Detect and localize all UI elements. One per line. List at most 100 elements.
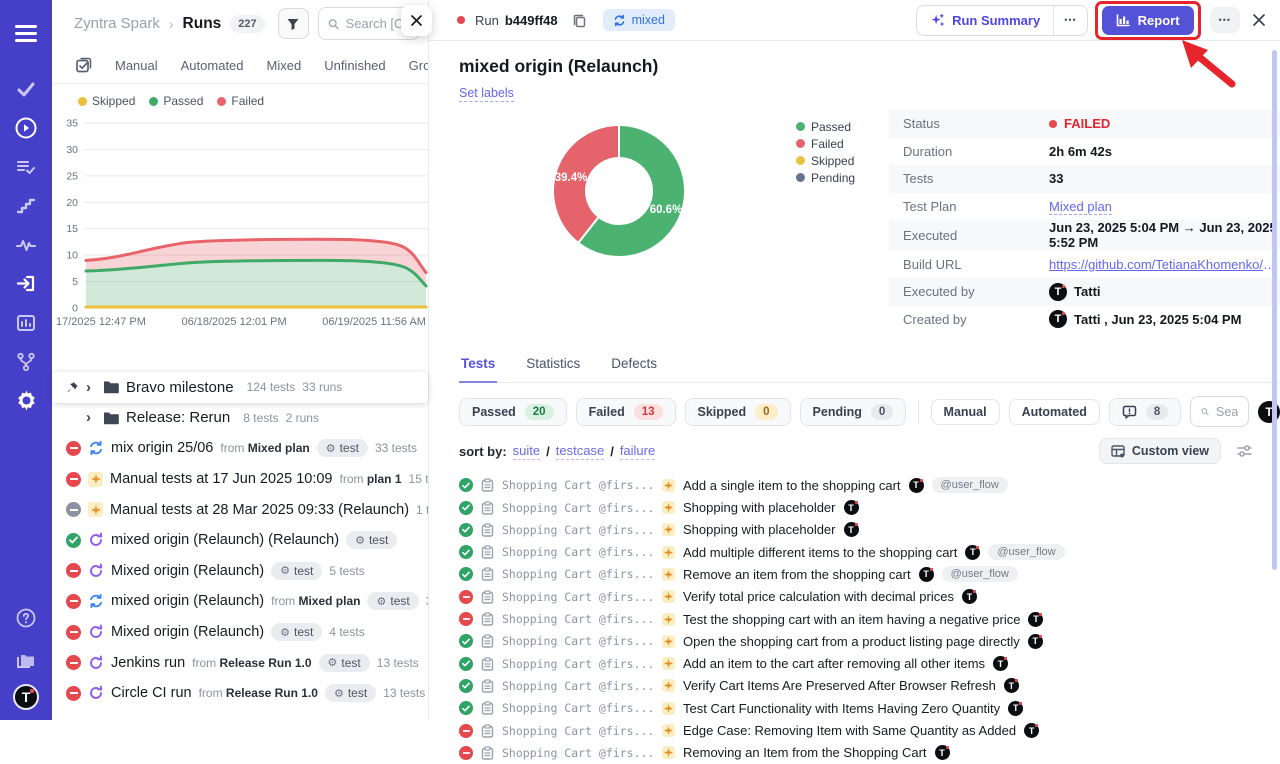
- run-summary-more-button[interactable]: •••: [1053, 6, 1086, 35]
- breadcrumb-section[interactable]: Runs: [183, 15, 222, 33]
- breadcrumb-project[interactable]: Zyntra Spark: [74, 15, 160, 32]
- detail-row-duration: Duration 2h 6m 42s: [889, 138, 1280, 166]
- milestones-stairs-icon[interactable]: [6, 186, 46, 225]
- search-icon: [328, 17, 339, 31]
- detail-row-executed: Executed Jun 23, 2025 5:04 PM → Jun 23, …: [889, 220, 1280, 250]
- test-row[interactable]: Shopping Cart @firs... Add a single item…: [459, 474, 1280, 496]
- scrollbar-thumb[interactable]: [1272, 50, 1277, 570]
- relaunch-run-icon: [88, 624, 104, 640]
- clipboard-icon: [481, 590, 494, 604]
- run-list-item[interactable]: Mixed origin (Relaunch) ⚙test 5 tests: [52, 556, 428, 587]
- custom-view-button[interactable]: Custom view: [1099, 438, 1221, 464]
- filter-manual-button[interactable]: Manual: [931, 399, 1000, 425]
- test-row[interactable]: Shopping Cart @firs... Edge Case: Removi…: [459, 719, 1280, 741]
- filter-automated-button[interactable]: Automated: [1009, 399, 1100, 425]
- test-row[interactable]: Shopping Cart @firs... Verify Cart Items…: [459, 675, 1280, 697]
- tab-manual[interactable]: Manual: [115, 58, 158, 73]
- test-row[interactable]: Shopping Cart @firs... Removing an Item …: [459, 742, 1280, 764]
- sort-by-label: sort by:: [459, 444, 507, 459]
- select-runs-icon[interactable]: [75, 57, 92, 74]
- settings-gear-icon[interactable]: [6, 381, 46, 420]
- run-list-item[interactable]: mixed origin (Relaunch) (Relaunch) ⚙test: [52, 525, 428, 556]
- clipboard-icon: [481, 657, 494, 671]
- set-labels-link[interactable]: Set labels: [459, 86, 514, 102]
- analytics-pulse-icon[interactable]: [6, 225, 46, 264]
- tests-check-icon[interactable]: [6, 69, 46, 108]
- run-summary-button[interactable]: Run Summary: [917, 6, 1053, 35]
- chevron-right-icon[interactable]: ›: [86, 410, 96, 425]
- sort-by-failure-link[interactable]: failure: [620, 443, 655, 460]
- run-list-item[interactable]: Jenkins run from Release Run 1.0 ⚙test 1…: [52, 647, 428, 678]
- run-detail-tabs: Tests Statistics Defects: [459, 347, 1280, 383]
- run-list-item[interactable]: Manual tests at 28 Mar 2025 09:33 (Relau…: [52, 494, 428, 525]
- tab-mixed[interactable]: Mixed: [267, 58, 302, 73]
- run-folder-bravo-milestone[interactable]: › Bravo milestone 124 tests 33 runs: [52, 372, 428, 403]
- tab-tests[interactable]: Tests: [459, 347, 497, 383]
- run-list-item[interactable]: Manual tests at 17 Jun 2025 10:09 from p…: [52, 464, 428, 495]
- status-passed-icon: [459, 478, 473, 492]
- filter-button[interactable]: [278, 8, 309, 39]
- runs-play-icon[interactable]: [6, 108, 46, 147]
- filter-passed-button[interactable]: Passed20: [459, 398, 567, 426]
- help-icon[interactable]: [6, 598, 46, 637]
- import-signin-icon[interactable]: [6, 264, 46, 303]
- test-row[interactable]: Shopping Cart @firs... Shopping with pla…: [459, 519, 1280, 541]
- branches-icon[interactable]: [6, 342, 46, 381]
- projects-folders-icon[interactable]: [6, 641, 46, 680]
- copy-run-id-button[interactable]: [572, 13, 587, 28]
- clipboard-icon: [481, 501, 494, 515]
- close-run-detail-button[interactable]: [1252, 13, 1266, 27]
- mixed-badge[interactable]: mixed: [603, 9, 675, 31]
- manual-run-icon: [88, 472, 103, 487]
- test-row[interactable]: Shopping Cart @firs... Remove an item fr…: [459, 563, 1280, 585]
- tab-unfinished[interactable]: Unfinished: [324, 58, 385, 73]
- comments-filter-button[interactable]: 8: [1109, 398, 1181, 426]
- run-summary-group: Run Summary •••: [916, 5, 1088, 36]
- view-settings-icon[interactable]: [1237, 444, 1252, 458]
- status-failed-icon: [66, 594, 81, 609]
- run-list-item[interactable]: mix origin 25/06 from Mixed plan ⚙test 3…: [52, 433, 428, 464]
- tab-defects[interactable]: Defects: [609, 347, 659, 382]
- filter-pending-button[interactable]: Pending0: [800, 398, 907, 426]
- test-row[interactable]: Shopping Cart @firs... Open the shopping…: [459, 630, 1280, 652]
- run-list-item[interactable]: Circle CI run from Release Run 1.0 ⚙test…: [52, 678, 428, 709]
- chevron-right-icon[interactable]: ›: [86, 380, 96, 395]
- test-row[interactable]: Shopping Cart @firs... Shopping with pla…: [459, 496, 1280, 518]
- report-button[interactable]: Report: [1102, 6, 1194, 35]
- run-list-item[interactable]: Mixed origin (Relaunch) ⚙test 4 tests: [52, 617, 428, 648]
- svg-text:10: 10: [66, 250, 78, 262]
- tests-search-input[interactable]: [1216, 405, 1238, 419]
- sort-by-testcase-link[interactable]: testcase: [556, 443, 604, 460]
- test-row[interactable]: Shopping Cart @firs... Add multiple diff…: [459, 541, 1280, 563]
- filter-skipped-button[interactable]: Skipped0: [685, 398, 791, 426]
- svg-text:25: 25: [66, 170, 78, 182]
- more-actions-button[interactable]: •••: [1210, 7, 1240, 33]
- test-row[interactable]: Shopping Cart @firs... Add an item to th…: [459, 653, 1280, 675]
- tab-statistics[interactable]: Statistics: [524, 347, 582, 382]
- close-runs-panel-button[interactable]: [401, 5, 432, 36]
- svg-text:60.6%: 60.6%: [650, 204, 683, 216]
- test-row[interactable]: Shopping Cart @firs... Test Cart Functio…: [459, 697, 1280, 719]
- test-row[interactable]: Shopping Cart @firs... Verify total pric…: [459, 586, 1280, 608]
- test-tag: ⚙test: [319, 654, 370, 672]
- test-plans-icon[interactable]: [6, 147, 46, 186]
- legend-skipped: Skipped: [92, 94, 135, 108]
- run-id: b449ff48: [505, 13, 558, 28]
- test-row[interactable]: Shopping Cart @firs... Test the shopping…: [459, 608, 1280, 630]
- user-avatar[interactable]: T: [13, 684, 39, 710]
- clipboard-icon: [481, 679, 494, 693]
- test-plan-link[interactable]: Mixed plan: [1049, 199, 1112, 215]
- legend-failed: Failed: [231, 94, 264, 108]
- menu-hamburger-icon[interactable]: [6, 14, 46, 53]
- sort-by-suite-link[interactable]: suite: [513, 443, 540, 460]
- results-donut-chart: 39.4% 60.6%: [534, 106, 704, 333]
- detail-row-build-url: Build URL https://github.com/TetianaKhom…: [889, 250, 1280, 278]
- filter-failed-button[interactable]: Failed13: [576, 398, 676, 426]
- run-list-item[interactable]: mixed origin (Relaunch) from Mixed plan …: [52, 586, 428, 617]
- area-chart-svg: 3530 2520 1510 50: [52, 108, 428, 318]
- tab-automated[interactable]: Automated: [181, 58, 244, 73]
- reports-chart-icon[interactable]: [6, 303, 46, 342]
- run-folder-release-rerun[interactable]: › Release: Rerun 8 tests 2 runs: [52, 403, 428, 434]
- build-url-link[interactable]: https://github.com/TetianaKhomenko/Load-…: [1049, 257, 1280, 272]
- test-tag: ⚙test: [271, 623, 322, 641]
